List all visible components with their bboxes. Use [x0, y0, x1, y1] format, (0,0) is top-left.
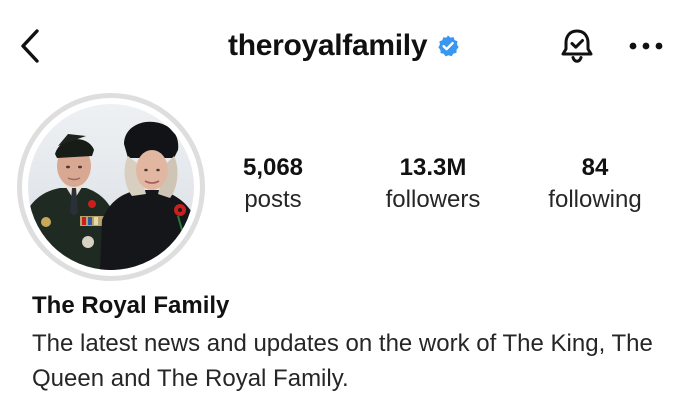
followers-label: followers	[385, 186, 481, 213]
following-label: following	[548, 186, 642, 213]
profile-display-name: The Royal Family	[32, 292, 230, 319]
chevron-left-icon	[21, 29, 39, 63]
stat-posts[interactable]: 5,068 posts	[198, 152, 348, 216]
avatar-border	[22, 98, 200, 276]
followers-count: 13.3M	[399, 154, 467, 181]
more-horizontal-icon	[629, 42, 663, 50]
posts-count: 5,068	[242, 154, 304, 181]
stat-following[interactable]: 84 following	[520, 152, 670, 216]
top-bar: theroyalfamily	[0, 0, 700, 92]
stat-followers[interactable]: 13.3M followers	[358, 152, 508, 216]
following-count: 84	[581, 154, 609, 181]
more-options-button[interactable]	[624, 24, 668, 68]
avatar-photo	[28, 104, 194, 270]
profile-bio: The latest news and updates on the work …	[32, 330, 653, 392]
verified-badge-icon	[436, 34, 460, 58]
username-header: theroyalfamily	[228, 26, 460, 66]
avatar[interactable]	[17, 93, 205, 281]
bell-check-icon	[561, 29, 593, 63]
posts-label: posts	[244, 186, 302, 213]
back-button[interactable]	[12, 26, 48, 66]
notifications-button[interactable]	[555, 24, 599, 68]
username: theroyalfamily	[228, 29, 428, 62]
